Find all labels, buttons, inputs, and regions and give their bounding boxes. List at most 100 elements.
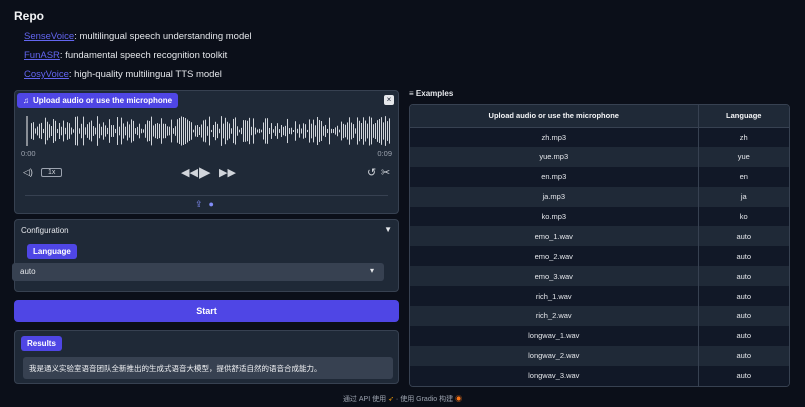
example-file[interactable]: emo_3.wav	[410, 266, 699, 287]
start-button[interactable]: Start	[14, 300, 399, 322]
waveform-bar	[93, 126, 94, 136]
upload-icon[interactable]: ⇪	[195, 199, 203, 210]
fast-forward-icon[interactable]: ▶▶	[219, 166, 236, 179]
funasr-link[interactable]: FunASR	[24, 50, 60, 61]
rewind-icon[interactable]: ◀◀	[181, 166, 198, 179]
example-file[interactable]: longwav_2.wav	[410, 345, 699, 366]
example-language[interactable]: auto	[698, 246, 789, 267]
waveform-bar	[363, 117, 364, 145]
example-language[interactable]: auto	[698, 286, 789, 307]
waveform[interactable]	[21, 113, 393, 149]
results-textbox[interactable]: 我是通义实验室语音团队全新推出的生成式语音大模型，提供舒适自然的语音合成能力。	[23, 357, 393, 379]
waveform-bar	[323, 126, 324, 136]
play-icon[interactable]: ▶	[199, 163, 211, 181]
waveform-bar	[269, 127, 270, 135]
gradio-logo-icon: ◉	[455, 396, 463, 403]
example-row[interactable]: en.mp3 en	[410, 166, 789, 187]
waveform-bar	[43, 128, 44, 134]
volume-icon[interactable]: ◁)	[23, 167, 33, 178]
example-row[interactable]: ko.mp3 ko	[410, 206, 789, 227]
configuration-title[interactable]: Configuration	[21, 226, 69, 235]
undo-icon[interactable]: ↺	[367, 166, 376, 179]
waveform-bar	[115, 128, 116, 134]
waveform-bar	[333, 129, 334, 133]
waveform-bar	[347, 122, 348, 140]
waveform-bar	[331, 128, 332, 134]
waveform-bar	[345, 124, 346, 138]
sensevoice-link[interactable]: SenseVoice	[24, 31, 74, 42]
example-row[interactable]: emo_3.wav auto	[410, 266, 789, 287]
waveform-bar	[361, 123, 362, 139]
waveform-bar	[61, 126, 62, 136]
waveform-bar	[377, 120, 378, 142]
example-language[interactable]: en	[698, 166, 789, 187]
example-row[interactable]: zh.mp3 zh	[410, 127, 789, 147]
example-file[interactable]: yue.mp3	[410, 146, 699, 167]
example-file[interactable]: rich_1.wav	[410, 286, 699, 307]
waveform-bar	[35, 128, 36, 134]
microphone-icon[interactable]: ●	[209, 199, 214, 210]
example-file[interactable]: longwav_3.wav	[410, 365, 699, 386]
example-row[interactable]: yue.mp3 yue	[410, 146, 789, 167]
example-language[interactable]: auto	[698, 325, 789, 346]
example-language[interactable]: auto	[698, 266, 789, 287]
sensevoice-desc: : multilingual speech understanding mode…	[74, 31, 252, 42]
waveform-bar	[365, 120, 366, 142]
example-file[interactable]: en.mp3	[410, 166, 699, 187]
example-file[interactable]: rich_2.wav	[410, 306, 699, 326]
example-row[interactable]: emo_1.wav auto	[410, 226, 789, 247]
speed-button[interactable]: 1x	[41, 168, 63, 177]
waveform-bar	[51, 126, 52, 136]
example-row[interactable]: rich_1.wav auto	[410, 286, 789, 307]
example-row[interactable]: emo_2.wav auto	[410, 246, 789, 267]
example-row[interactable]: ja.mp3 ja	[410, 186, 789, 207]
api-link[interactable]: 通过 API 使用	[343, 396, 386, 403]
language-label: Language	[27, 244, 77, 259]
example-language[interactable]: ko	[698, 206, 789, 227]
example-row[interactable]: longwav_2.wav auto	[410, 345, 789, 366]
example-file[interactable]: ja.mp3	[410, 186, 699, 207]
waveform-bar	[245, 120, 246, 142]
example-language[interactable]: auto	[698, 345, 789, 366]
repo-title: Repo	[14, 9, 44, 23]
waveform-bar	[153, 125, 154, 137]
waveform-bar	[175, 126, 176, 136]
waveform-bar	[225, 117, 226, 145]
language-select[interactable]: auto ▾	[12, 263, 384, 281]
example-language[interactable]: zh	[698, 127, 789, 147]
waveform-bar	[213, 124, 214, 138]
gradio-link[interactable]: 使用 Gradio 构建	[400, 396, 453, 403]
example-language[interactable]: auto	[698, 226, 789, 247]
examples-header-row: Upload audio or use the microphone Langu…	[410, 105, 789, 128]
waveform-bar	[235, 117, 236, 145]
close-icon[interactable]: ×	[384, 95, 394, 105]
waveform-bar	[229, 123, 230, 139]
example-file[interactable]: longwav_1.wav	[410, 325, 699, 346]
waveform-bar	[129, 124, 130, 138]
example-file[interactable]: zh.mp3	[410, 127, 699, 147]
scissors-icon[interactable]: ✂	[381, 166, 390, 179]
example-language[interactable]: ja	[698, 186, 789, 207]
cosyvoice-link[interactable]: CosyVoice	[24, 69, 69, 80]
example-file[interactable]: emo_1.wav	[410, 226, 699, 247]
waveform-bar	[197, 124, 198, 138]
waveform-bar	[257, 129, 258, 133]
waveform-bar	[171, 119, 172, 143]
example-language[interactable]: yue	[698, 146, 789, 167]
waveform-bar	[219, 128, 220, 134]
example-row[interactable]: longwav_1.wav auto	[410, 325, 789, 346]
waveform-bar	[31, 123, 32, 139]
waveform-bar	[253, 118, 254, 144]
example-file[interactable]: ko.mp3	[410, 206, 699, 227]
waveform-bar	[263, 122, 264, 140]
example-row[interactable]: rich_2.wav auto	[410, 306, 789, 326]
waveform-bar	[277, 123, 278, 139]
waveform-bar	[33, 122, 34, 140]
example-language[interactable]: auto	[698, 306, 789, 326]
example-file[interactable]: emo_2.wav	[410, 246, 699, 267]
waveform-bar	[325, 124, 326, 138]
waveform-bar	[221, 116, 222, 146]
example-language[interactable]: auto	[698, 365, 789, 386]
collapse-caret-icon[interactable]: ▼	[384, 225, 392, 234]
example-row[interactable]: longwav_3.wav auto	[410, 365, 789, 386]
